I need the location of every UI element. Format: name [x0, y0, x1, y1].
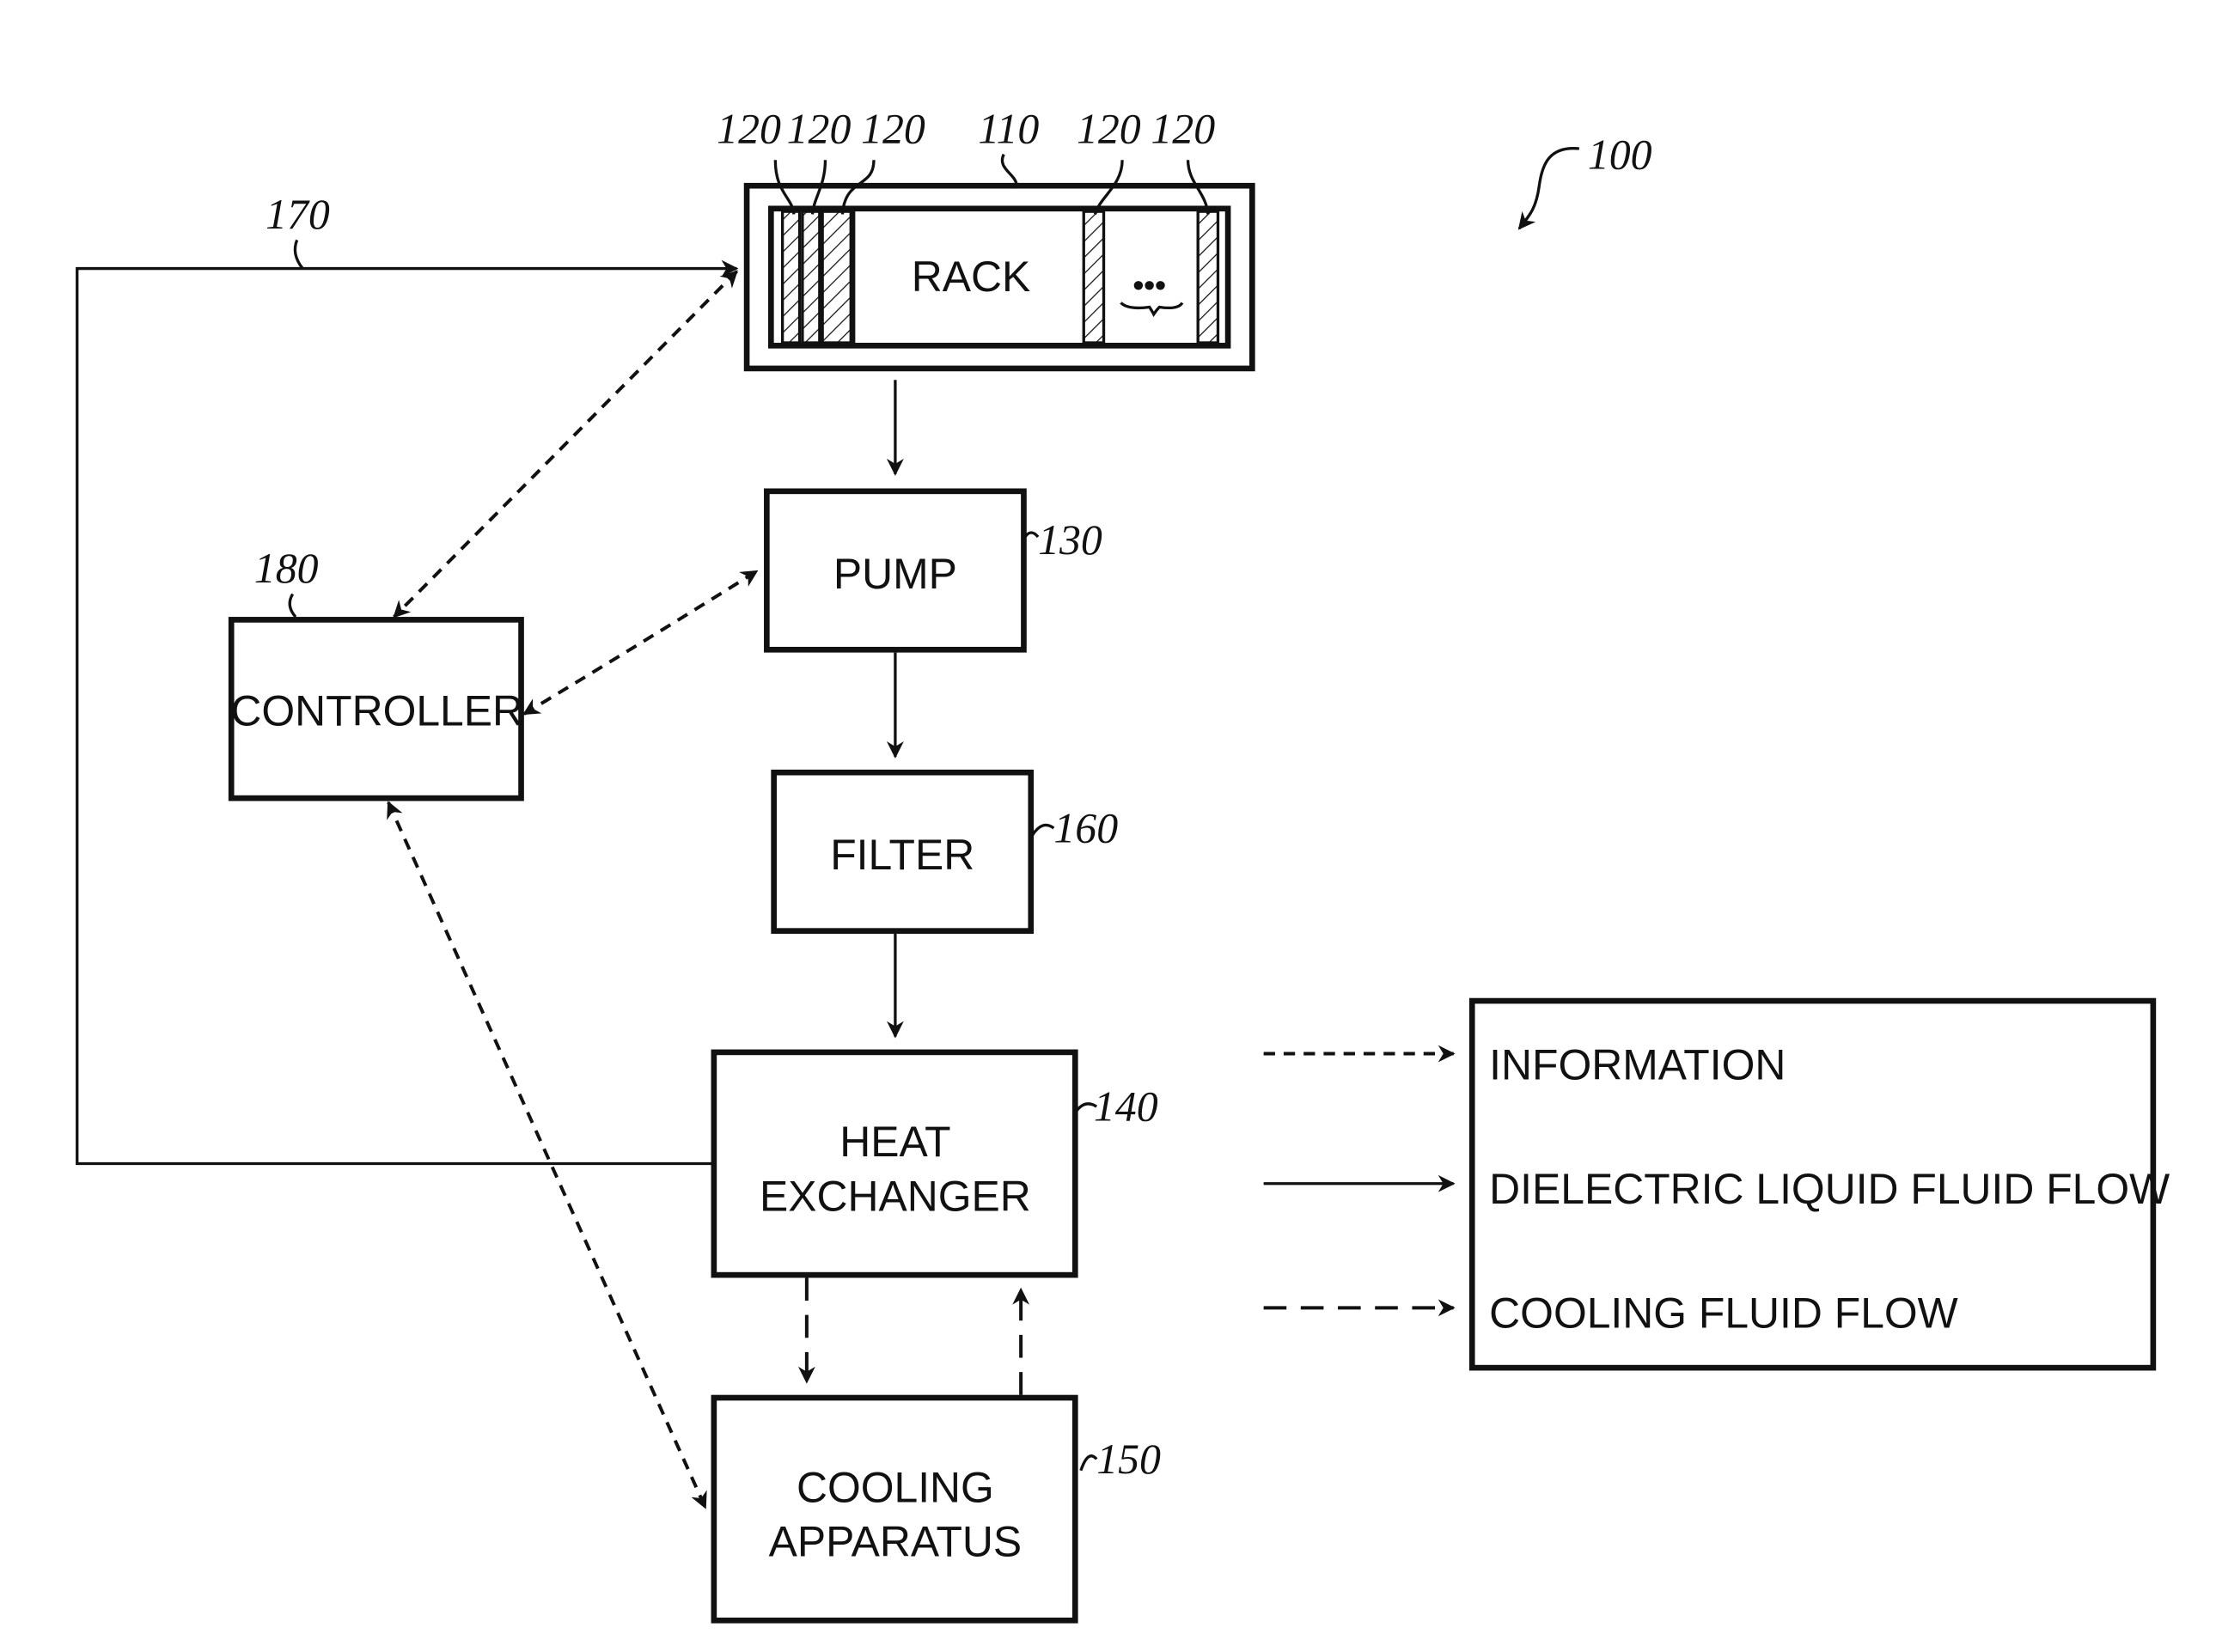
- controller: CONTROLLER 180: [228, 545, 524, 802]
- legend: INFORMATION DIELECTRIC LIQUID FLUID FLOW…: [1263, 997, 2170, 1371]
- controller-ref: 180: [254, 545, 319, 592]
- system-reference: 100: [1517, 131, 1652, 230]
- cooling-fluid-lines: [797, 1277, 1030, 1395]
- server-ref-5: 120: [1151, 105, 1215, 152]
- legend-dielectric-label: DIELECTRIC LIQUID FLUID FLOW: [1489, 1165, 2170, 1213]
- server-1: [780, 210, 802, 344]
- server-5: [1196, 210, 1220, 344]
- filter-ref: 160: [1053, 805, 1118, 852]
- filter-label: FILTER: [830, 831, 974, 879]
- pump-ref: 130: [1038, 516, 1102, 564]
- cooling-apparatus-ref: 150: [1096, 1436, 1161, 1483]
- pump-label: PUMP: [833, 550, 957, 598]
- ellipsis-icon: •••: [1132, 267, 1165, 302]
- server-2: [801, 210, 821, 344]
- server-ref-1: 120: [717, 105, 781, 152]
- pump-controller-info-link: [522, 570, 759, 716]
- server-ref-2: 120: [787, 105, 852, 152]
- heat-exchanger-label-1: HEAT: [839, 1118, 950, 1166]
- server-ref-3: 120: [861, 105, 925, 152]
- pump: PUMP 130: [764, 488, 1102, 653]
- system-ref-arrow: [1517, 147, 1580, 230]
- rack-label: RACK: [912, 253, 1030, 301]
- server-ref-4: 120: [1077, 105, 1141, 152]
- legend-cooling-label: COOLING FLUID FLOW: [1489, 1289, 1958, 1338]
- rack-ref: 110: [978, 105, 1039, 152]
- rack-controller-info-link: [393, 270, 738, 619]
- cooling-apparatus-controller-info-link: [387, 801, 707, 1509]
- server-4: [1082, 210, 1106, 344]
- return-line-ref: 170: [266, 191, 330, 238]
- rack: RACK ••• 120 120 120 110 120 120: [717, 105, 1255, 372]
- cooling-apparatus-label-2: APPARATUS: [769, 1517, 1023, 1565]
- server-3: [821, 210, 853, 344]
- cooling-system-diagram: 100 RACK ••• 120 120 120 110 120 120 PUM…: [76, 105, 2170, 1624]
- heat-exchanger-ref: 140: [1094, 1083, 1158, 1131]
- heat-exchanger: HEAT EXCHANGER 140: [711, 1049, 1158, 1278]
- heat-exchanger-label-2: EXCHANGER: [760, 1172, 1031, 1220]
- cooling-apparatus: COOLING APPARATUS 150: [711, 1394, 1161, 1624]
- controller-label: CONTROLLER: [230, 686, 523, 735]
- legend-information-label: INFORMATION: [1489, 1040, 1786, 1088]
- filter: FILTER 160: [771, 769, 1118, 934]
- system-ref-label: 100: [1588, 131, 1652, 178]
- information-lines: [387, 270, 759, 1509]
- cooling-apparatus-label-1: COOLING: [797, 1463, 994, 1511]
